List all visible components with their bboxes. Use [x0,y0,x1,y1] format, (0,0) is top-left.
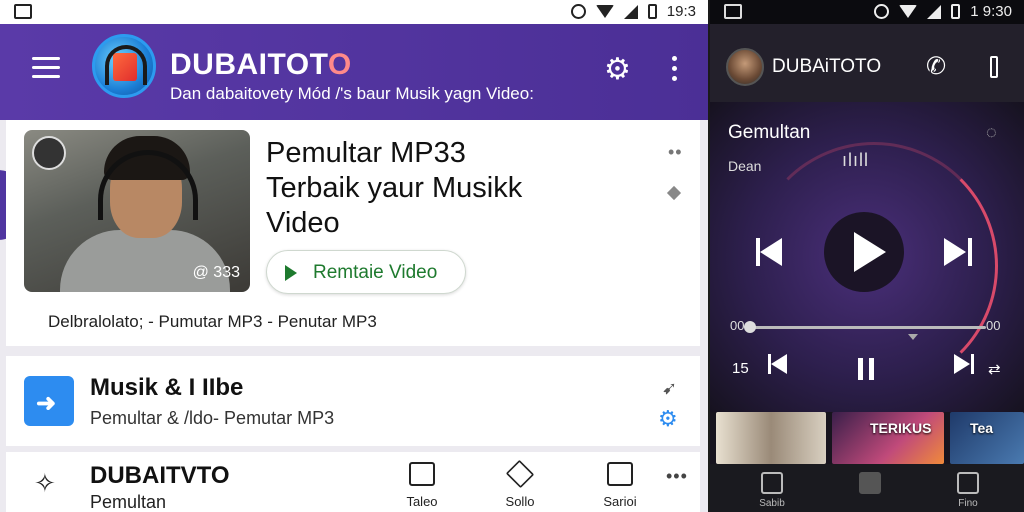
search-icon [957,472,979,494]
status-time: 19:3 [666,3,696,20]
play-video-label: Remtaie Video [313,262,438,283]
photo-tag: @ 333 [192,264,240,281]
status-icons: 19:3 [570,3,696,20]
speaker-icon [32,136,66,170]
battery-icon [647,4,657,19]
arrow-app-icon: ➜ [24,376,74,426]
music-player: Gemultan Dean ılıll ◌ 00 00 15 ⇄ [710,102,1024,412]
message-icon [607,462,633,486]
bottom-navigation: Sabib Fino [710,464,1024,512]
signal-icon [927,4,942,19]
hero-caption: Delbralolato; - Pumutar MP3 - Penutar MP… [48,312,377,331]
featured-card[interactable]: @ 333 Pemultar MP33 Terbaik yaur Musikk … [6,120,700,346]
puzzle-icon[interactable]: ✧ [34,468,56,499]
equalizer-icon: ılıll [842,150,869,170]
video-thumbnail[interactable]: TERIKUS [832,412,944,464]
next-small-button[interactable] [954,354,976,376]
header-title: DUBAiTOTO [772,56,882,77]
seek-bar[interactable] [746,326,986,329]
hero-title: Pemultar MP33 Terbaik yaur Musikk Video [266,137,523,239]
app-title: DUBAITOTO [170,48,352,81]
more-options-icon[interactable]: ••• [666,466,688,487]
diamond-icon[interactable] [666,185,682,201]
signal-icon [623,4,638,19]
more-options-icon[interactable] [672,56,678,86]
status-time: 1 9:30 [970,3,1012,20]
card2-subtitle: Pemultar & /ldo- Pemutar MP3 [90,408,335,428]
track-artist: Dean [728,158,762,174]
repeat-icon[interactable]: ⇄ [988,360,1001,378]
share-icon[interactable]: ➹ [662,378,677,399]
play-video-button[interactable]: Remtaie Video [266,250,466,294]
phone-icon[interactable]: ✆ [926,52,946,81]
library-icon [409,462,435,486]
settings-gear-icon[interactable]: ⚙ [658,406,678,432]
alarm-icon [570,4,586,19]
nav-share[interactable]: Sollo [490,459,550,509]
menu-icon[interactable] [32,57,60,79]
share-icon [505,459,535,489]
card2-title: Musik & I IIbe [90,374,244,401]
play-icon [285,265,297,281]
player-phone-screen: 1 9:30 DUBAiTOTO ✆ Gemultan Dean ılıll ◌… [710,0,1024,512]
previous-small-button[interactable] [768,354,790,376]
music-video-card[interactable]: ➜ Musik & I IIbe Pemultar & /ldo- Pemuta… [6,356,700,446]
chat-header: DUBAiTOTO ✆ [710,24,1024,102]
track-title: Gemultan [728,122,811,143]
nav-library[interactable]: Taleo [392,462,452,509]
elapsed-time: 00 [730,318,745,333]
play-button[interactable] [824,212,904,292]
app-logo [92,34,156,98]
wifi-icon [595,5,614,18]
nav-message[interactable]: Sarioi [590,462,650,509]
control-row: 15 ⇄ [710,354,1024,384]
status-bar: 19:3 [0,0,708,24]
status-icons: 1 9:30 [874,3,1012,20]
settings-gear-icon[interactable]: ⚙ [604,52,631,87]
main-phone-screen: 19:3 DUBAITOTO Dan dabaitovety Mód /'s b… [0,0,708,512]
cast-icon[interactable]: ◌ [986,122,997,143]
bottom-bar: ✧ DUBAITVTO Pemultan Taleo Sollo Sarioi … [6,452,700,512]
square-icon [859,472,881,494]
video-thumbnail[interactable]: Tea [950,412,1024,464]
wifi-icon [899,5,918,18]
total-time: 00 [986,318,1001,333]
nav-search[interactable]: Fino [938,472,998,510]
bottom-subtitle: Pemultan [90,492,167,512]
card-more-icon[interactable]: •• [668,142,683,163]
track-count: 15 [732,360,749,377]
next-track-button[interactable] [944,238,974,266]
nav-home[interactable]: Sabib [742,472,802,510]
featured-photo[interactable]: @ 333 [24,130,250,292]
battery-icon [951,4,961,19]
home-icon [761,472,783,494]
avatar[interactable] [726,48,764,86]
chevron-down-icon[interactable] [908,334,918,340]
pause-button[interactable] [858,358,876,380]
nav-stop[interactable] [840,472,900,510]
app-subtitle: Dan dabaitovety Mód /'s baur Musik yagn … [170,84,534,103]
headphones-icon [105,45,147,85]
play-icon [854,232,886,272]
status-bar: 1 9:30 [710,0,1024,24]
previous-track-button[interactable] [756,238,786,266]
gallery-icon [14,4,32,19]
more-options-icon[interactable] [990,56,998,78]
video-thumbnail[interactable] [716,412,826,464]
gallery-icon [724,4,742,19]
alarm-icon [874,4,890,19]
bottom-title: DUBAITVTO [90,462,230,489]
thumbnail-strip: TERIKUS Tea [710,412,1024,464]
seek-handle[interactable] [744,321,756,333]
app-bar: DUBAITOTO Dan dabaitovety Mód /'s baur M… [0,24,708,120]
